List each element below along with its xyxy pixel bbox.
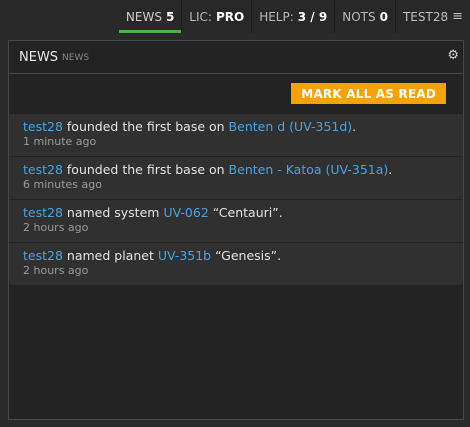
news-suffix: .: [352, 119, 357, 134]
nav-help-value: 3 / 9: [297, 9, 328, 24]
nav-help-label: HELP:: [259, 9, 294, 24]
panel-subtitle: NEWS: [62, 53, 90, 63]
target-link[interactable]: Benten d (UV-351d): [229, 119, 353, 134]
user-link[interactable]: test28: [23, 205, 63, 220]
nav-help[interactable]: HELP: 3 / 9: [251, 0, 334, 33]
news-suffix: “Genesis”.: [215, 248, 282, 263]
panel-header: NEWS NEWS ⚙: [9, 41, 463, 74]
news-timestamp: 2 hours ago: [23, 221, 89, 234]
news-timestamp: 1 minute ago: [23, 135, 97, 148]
target-link[interactable]: UV-351b: [158, 248, 211, 263]
user-link[interactable]: test28: [23, 119, 63, 134]
nav-user-menu[interactable]: TEST28 ≡: [394, 0, 470, 33]
nav-lic-value: PRO: [215, 9, 245, 24]
top-bar: NEWS 5 LIC: PRO HELP: 3 / 9 NOTS 0 TEST2…: [0, 0, 470, 33]
news-timestamp: 2 hours ago: [23, 264, 89, 277]
news-action: named system: [66, 205, 160, 220]
news-line: test28 founded the first base on Benten …: [23, 162, 449, 177]
hamburger-menu-icon[interactable]: ≡: [452, 9, 463, 24]
panel-title: NEWS: [19, 49, 59, 65]
mark-all-read-button[interactable]: MARK ALL AS READ: [291, 83, 446, 104]
news-line: test28 founded the first base on Benten …: [23, 119, 449, 134]
target-link[interactable]: Benten - Katoa (UV-351a): [229, 162, 389, 177]
nav-news-label: NEWS: [125, 9, 162, 24]
list-item: test28 named planet UV-351b “Genesis”. 2…: [9, 242, 463, 285]
user-link[interactable]: test28: [23, 248, 63, 263]
nav-nots[interactable]: NOTS 0: [334, 0, 395, 33]
news-panel: NEWS NEWS ⚙ MARK ALL AS READ test28 foun…: [8, 40, 464, 420]
news-action: founded the first base on: [66, 119, 225, 134]
news-line: test28 named system UV-062 “Centauri”.: [23, 205, 449, 220]
nav-news-count: 5: [165, 9, 175, 24]
user-link[interactable]: test28: [23, 162, 63, 177]
target-link[interactable]: UV-062: [163, 205, 208, 220]
list-item: test28 founded the first base on Benten …: [9, 156, 463, 199]
news-suffix: “Centauri”.: [212, 205, 283, 220]
news-suffix: .: [388, 162, 393, 177]
nav-nots-label: NOTS: [342, 9, 376, 24]
nav-nots-count: 0: [379, 9, 388, 24]
news-line: test28 named planet UV-351b “Genesis”.: [23, 248, 449, 263]
news-action: named planet: [66, 248, 154, 263]
gear-icon[interactable]: ⚙: [447, 48, 459, 63]
nav-user-name: TEST28: [402, 9, 449, 24]
nav-lic[interactable]: LIC: PRO: [181, 0, 251, 33]
news-list: test28 founded the first base on Benten …: [9, 113, 463, 285]
news-action: founded the first base on: [66, 162, 225, 177]
list-item: test28 named system UV-062 “Centauri”. 2…: [9, 199, 463, 242]
top-nav: NEWS 5 LIC: PRO HELP: 3 / 9 NOTS 0 TEST2…: [118, 0, 470, 33]
news-timestamp: 6 minutes ago: [23, 178, 102, 191]
nav-lic-label: LIC:: [189, 9, 212, 24]
nav-news[interactable]: NEWS 5: [118, 0, 182, 33]
list-item: test28 founded the first base on Benten …: [9, 113, 463, 156]
